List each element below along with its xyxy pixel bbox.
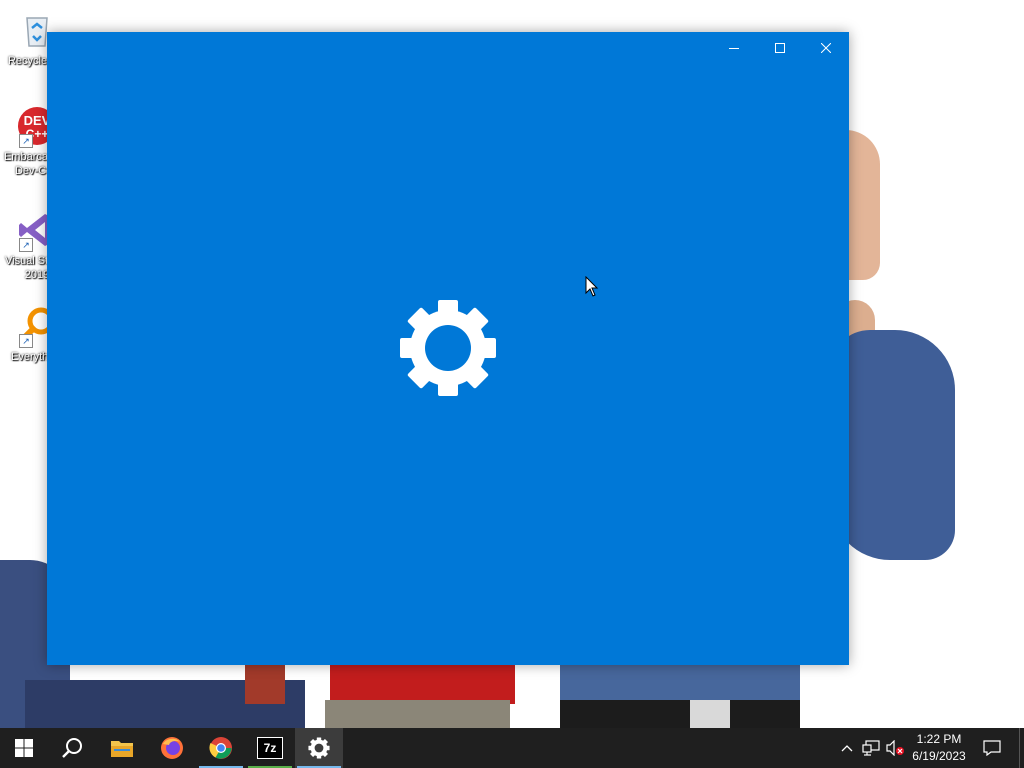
folder-icon <box>111 741 133 757</box>
gear-icon <box>400 300 496 396</box>
firefox-icon <box>161 737 183 759</box>
close-button[interactable] <box>803 32 849 64</box>
chrome-icon <box>209 737 232 759</box>
windows-logo-icon <box>15 739 33 757</box>
maximize-icon <box>775 43 785 53</box>
settings-window <box>47 32 849 665</box>
show-hidden-icons-button[interactable] <box>836 728 858 768</box>
search-button[interactable] <box>48 728 96 768</box>
firefox-button[interactable] <box>148 728 196 768</box>
network-button[interactable] <box>860 728 882 768</box>
maximize-button[interactable] <box>757 32 803 64</box>
window-titlebar <box>711 32 849 64</box>
clock-time: 1:22 PM <box>916 732 962 746</box>
taskbar-clock[interactable]: 1:22 PM 6/19/2023 <box>903 728 975 768</box>
file-explorer-button[interactable] <box>98 728 146 768</box>
action-center-button[interactable] <box>978 728 1006 768</box>
volume-muted-icon <box>886 740 904 756</box>
gear-icon <box>308 737 330 759</box>
notification-icon <box>983 740 1001 756</box>
start-button[interactable] <box>0 728 48 768</box>
shortcut-arrow-icon: ↗ <box>19 134 33 148</box>
clock-date: 6/19/2023 <box>912 749 966 763</box>
7zip-button[interactable]: 7z <box>246 728 294 768</box>
chevron-up-icon <box>841 745 853 752</box>
close-icon <box>821 43 831 53</box>
minimize-icon <box>729 48 739 49</box>
settings-button[interactable] <box>295 728 343 768</box>
search-icon <box>62 738 82 758</box>
network-icon <box>862 740 880 756</box>
minimize-button[interactable] <box>711 32 757 64</box>
mouse-cursor-icon <box>585 276 599 297</box>
shortcut-arrow-icon: ↗ <box>19 334 33 348</box>
show-desktop-button[interactable] <box>1019 728 1024 768</box>
chrome-button[interactable] <box>197 728 245 768</box>
shortcut-arrow-icon: ↗ <box>19 238 33 252</box>
7zip-icon: 7z <box>257 737 283 759</box>
taskbar: 7z 1:22 PM 6/19/2023 <box>0 728 1024 768</box>
